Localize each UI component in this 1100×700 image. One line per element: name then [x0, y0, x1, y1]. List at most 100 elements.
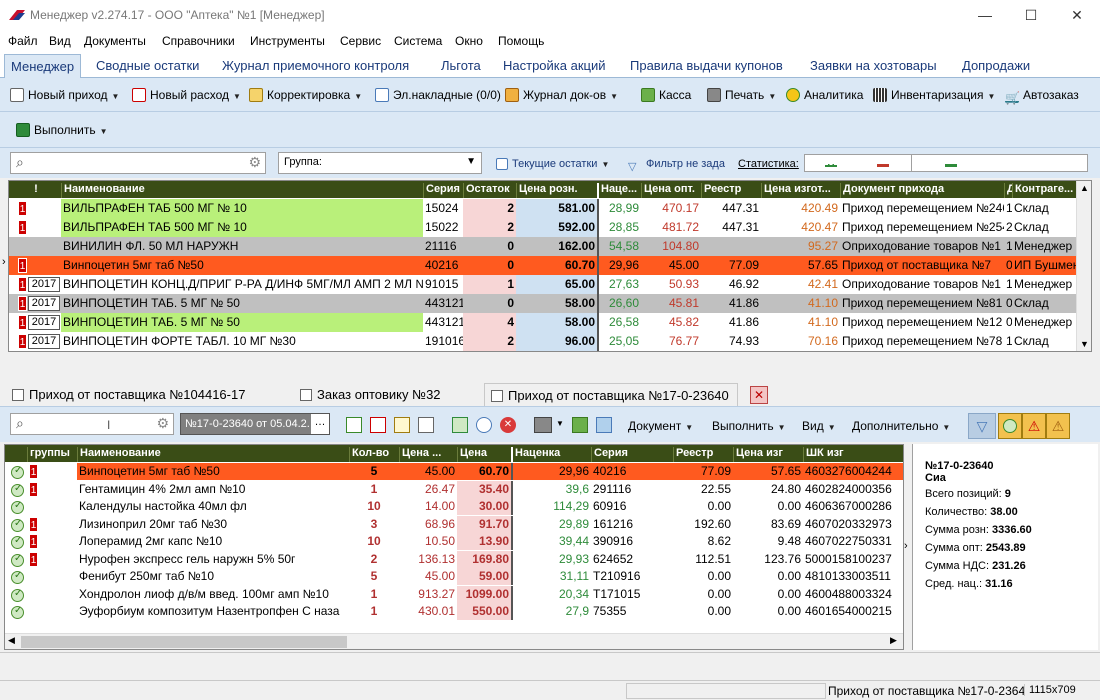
check-filter-icon[interactable] [998, 413, 1022, 439]
document-items-grid[interactable]: группы Наименование Кол-во Цена ... Цена… [4, 444, 904, 650]
autoorder-button[interactable]: 🛒 Автозаказ [1005, 86, 1079, 105]
table-row[interactable]: 1 Гентамицин 4% 2мл амп №10 1 26.4735.4039,… [5, 480, 903, 498]
tab-acceptance-journal[interactable]: Журнал приемочного контроля [222, 58, 409, 73]
stock-grid[interactable]: ! Наименование Серия Остаток Цена розн. … [8, 180, 1092, 352]
table-row[interactable]: 1 2017 ВИНПОЦЕТИН ФОРТЕ ТАБЛ. 10 МГ №30 191… [9, 332, 1076, 351]
scroll-down-icon[interactable]: ▼ [1080, 339, 1089, 349]
table-row[interactable]: 12017ВИНПОЦЕТИН ТАБ. 5 МГ № 504431216 0 58… [9, 294, 1076, 313]
printer-icon[interactable] [534, 417, 552, 433]
doc-tab-receipt-104416[interactable]: Приход от поставщика №104416-17 [12, 387, 245, 402]
menu-tools[interactable]: Инструменты [250, 34, 325, 48]
search-input[interactable]: ⌕ ⚙ [10, 152, 266, 174]
doc-selector[interactable]: №17-0-23640 от 05.04.2... … [180, 413, 330, 435]
warning-red-icon[interactable]: ⚠ [1022, 413, 1046, 439]
warning-yellow-icon[interactable]: ⚠ [1046, 413, 1070, 439]
col-maker-price[interactable]: Цена изг [733, 447, 803, 462]
col-qty[interactable]: Кол-во [349, 447, 399, 462]
tab-promo-settings[interactable]: Настройка акций [503, 58, 606, 73]
chevron-down-icon[interactable]: ▼ [556, 419, 564, 428]
col-doc[interactable]: Документ прихода [840, 183, 1004, 198]
filter-button[interactable]: ▽ Фильтр не зада [628, 155, 725, 173]
group-select[interactable]: Группа: ▼ [278, 152, 482, 174]
menu-documents[interactable]: Документы [84, 34, 146, 48]
execute-menu[interactable]: Выполнить ▼ [712, 417, 786, 435]
table-row[interactable]: 1 Лоперамид 2мг капс №10 10 10.5013.9039,44… [5, 533, 903, 550]
col-registry[interactable]: Реестр [701, 183, 761, 198]
delete-row-icon[interactable] [370, 417, 386, 433]
col-series[interactable]: Серия [591, 447, 673, 462]
table-row[interactable]: 1 ВИЛЬПРАФЕН ТАБ 500 МГ № 10 15022 2 592.00 2… [9, 218, 1076, 237]
col-markup[interactable]: Наценка [511, 447, 591, 462]
table-row[interactable]: 12017ВИНПОЦЕТИН ТАБ. 5 МГ № 504431216458… [9, 313, 1076, 332]
inventory-button[interactable]: Инвентаризация ▼ [873, 86, 995, 104]
col-d[interactable]: Д [1004, 183, 1012, 198]
scroll-up-icon[interactable]: ▲ [1080, 183, 1089, 193]
view-menu[interactable]: Вид ▼ [802, 417, 836, 435]
menu-system[interactable]: Система [394, 34, 442, 48]
edit-row-icon[interactable] [394, 417, 410, 433]
current-stock-dropdown[interactable]: Текущие остатки ▼ [496, 155, 609, 173]
menu-directories[interactable]: Справочники [162, 34, 235, 48]
doc-tab-receipt-23640[interactable]: Приход от поставщика №17-0-23640 [484, 383, 738, 408]
tab-upsells[interactable]: Допродажи [962, 58, 1030, 73]
table-row[interactable]: Фенибут 250мг таб №10 5 45.0059.0031,11T21… [5, 568, 903, 585]
col-maker[interactable]: Цена изгот... [761, 183, 840, 198]
scroll-left-icon[interactable]: ◀ [8, 635, 15, 646]
print-button[interactable]: Печать ▼ [707, 86, 776, 104]
more-menu[interactable]: Дополнительно ▼ [852, 417, 950, 435]
new-expense-button[interactable]: Новый расход ▼ [132, 86, 241, 104]
col-price-in[interactable]: Цена ... [399, 447, 457, 462]
adjustment-button[interactable]: Корректировка ▼ [249, 86, 362, 104]
menu-window[interactable]: Окно [455, 34, 483, 48]
table-row[interactable]: Хондролон лиоф д/в/м введ. 100мг амп №10… [5, 585, 903, 603]
document-menu[interactable]: Документ ▼ [628, 417, 693, 435]
execute-button[interactable]: Выполнить ▼ [16, 121, 108, 139]
warehouse-icon[interactable] [596, 417, 612, 433]
horizontal-scrollbar[interactable]: ◀ ▶ [5, 633, 903, 649]
table-row[interactable]: ВИНИЛИН ФЛ. 50 МЛ НАРУЖН 21116 0 162.00 54,5… [9, 237, 1076, 256]
col-status[interactable] [5, 447, 27, 462]
add-row-icon[interactable] [346, 417, 362, 433]
money-icon[interactable] [572, 417, 588, 433]
vertical-scrollbar[interactable]: ▲ ▼ [1076, 181, 1091, 351]
menu-view[interactable]: Вид [49, 34, 71, 48]
new-receipt-button[interactable]: Новый приход ▼ [10, 86, 119, 104]
cancel-icon[interactable]: ✕ [500, 417, 516, 433]
table-row[interactable]: 1 ВИЛЬПРАФЕН ТАБ 500 МГ № 10 15024 2 581.00 2… [9, 199, 1076, 218]
e-invoices-button[interactable]: Эл.накладные (0/0) [375, 86, 501, 104]
close-tab-icon[interactable]: ✕ [750, 386, 768, 404]
table-row[interactable]: 1 Нурофен экспресс гель наружн 5% 50г 2 136… [5, 550, 903, 568]
doc-search-input[interactable]: ⌕ I ⚙ [10, 413, 174, 435]
col-name[interactable]: Наименование [77, 447, 349, 462]
col-flag[interactable]: ! [9, 183, 61, 198]
menu-service[interactable]: Сервис [340, 34, 381, 48]
doc-journal-button[interactable]: Журнал док-ов ▼ [505, 86, 618, 104]
analytics-button[interactable]: Аналитика [786, 86, 863, 104]
ellipsis-icon[interactable]: … [311, 414, 329, 434]
table-row[interactable]: Календулы настойка 40мл фл 10 14.0030.0011… [5, 498, 903, 515]
col-name[interactable]: Наименование [61, 183, 423, 198]
close-button[interactable]: ✕ [1054, 0, 1100, 30]
menu-help[interactable]: Помощь [498, 34, 544, 48]
settings-gear-icon[interactable]: ⚙ [248, 154, 261, 171]
maximize-button[interactable]: ☐ [1008, 0, 1054, 30]
scroll-right-icon[interactable]: ▶ [890, 635, 897, 646]
tab-manager[interactable]: Менеджер [4, 54, 82, 79]
col-stock[interactable]: Остаток [463, 183, 516, 198]
move-icon[interactable] [452, 417, 468, 433]
tab-benefit[interactable]: Льгота [441, 58, 481, 73]
minimize-button[interactable]: — [962, 0, 1008, 30]
table-row[interactable]: 1Винпоцетин 5мг таб №50545.0060.7029,964… [5, 463, 903, 480]
table-row[interactable]: Эуфорбиум композитум Назентропфен С наза… [5, 603, 903, 620]
menu-file[interactable]: Файл [8, 34, 38, 48]
cash-button[interactable]: Касса [641, 86, 691, 104]
col-agent[interactable]: Контраге... [1012, 183, 1076, 198]
col-retail[interactable]: Цена розн. [516, 183, 597, 198]
tab-summary-stock[interactable]: Сводные остатки [96, 58, 199, 73]
tab-coupon-rules[interactable]: Правила выдачи купонов [630, 58, 783, 73]
settings-gear-icon[interactable]: ⚙ [156, 415, 169, 432]
doc-tab-order-32[interactable]: Заказ оптовику №32 [300, 387, 441, 402]
col-series[interactable]: Серия [423, 183, 463, 198]
timer-icon[interactable] [476, 417, 492, 433]
col-registry[interactable]: Реестр [673, 447, 733, 462]
